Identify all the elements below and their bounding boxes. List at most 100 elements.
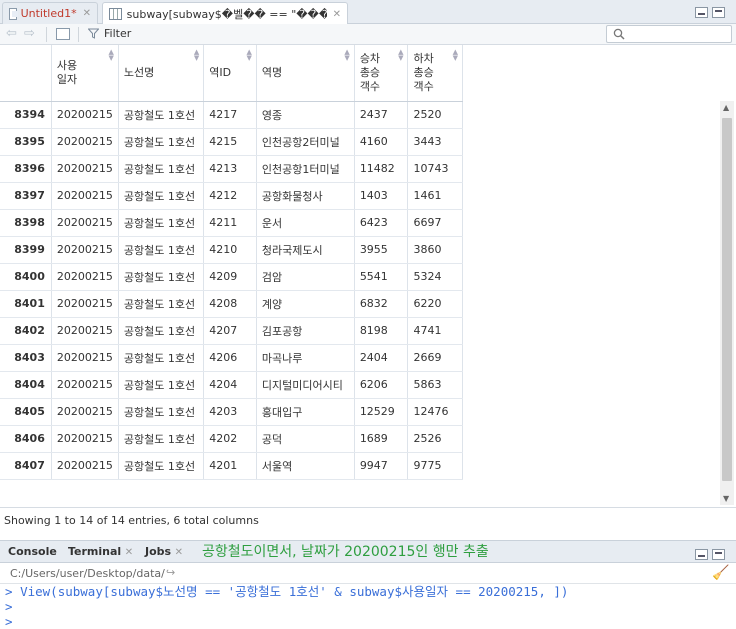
table-row[interactable]: 8403 20200215 공항철도 1호선 4206 마곡나루 2404 2669	[0, 344, 463, 372]
column-header-label: 하차 총승 객수	[413, 51, 434, 93]
tab-label: Untitled1*	[20, 7, 77, 20]
forward-arrow-icon[interactable]: ⇨	[24, 26, 35, 41]
table-row[interactable]: 8406 20200215 공항철도 1호선 4202 공덕 1689 2526	[0, 425, 463, 453]
tab-label: subway[subway$�벨�� == "����...	[126, 8, 327, 21]
table-row[interactable]: 8396 20200215 공항철도 1호선 4213 인천공항1터미널 11482 107…	[0, 155, 463, 183]
row-number: 8398	[0, 209, 52, 237]
scrollbar-thumb[interactable]	[722, 118, 732, 481]
cell-line: 공항철도 1호선	[118, 398, 205, 426]
console-output[interactable]: > View(subway[subway$노선명 == '공항철도 1호선' &…	[5, 584, 733, 629]
column-header-alighting[interactable]: 하차 총승 객수 ▲ ▼	[407, 45, 463, 102]
cell-boarding: 1689	[354, 425, 409, 453]
row-number: 8405	[0, 398, 52, 426]
cell-line: 공항철도 1호선	[118, 425, 205, 453]
close-icon[interactable]: ✕	[83, 8, 91, 19]
column-header-label: 사용 일자	[56, 58, 78, 86]
cell-station-name: 운서	[256, 209, 355, 237]
viewer-toolbar: ⇦ ⇨ Filter	[0, 24, 736, 45]
cell-station-id: 4202	[203, 425, 257, 453]
cell-line: 공항철도 1호선	[118, 344, 205, 372]
cell-alighting: 2526	[407, 425, 463, 453]
table-row[interactable]: 8399 20200215 공항철도 1호선 4210 청라국제도시 3955 3860	[0, 236, 463, 264]
row-number: 8402	[0, 317, 52, 345]
table-row[interactable]: 8398 20200215 공항철도 1호선 4211 운서 6423 6697	[0, 209, 463, 237]
cell-boarding: 6206	[354, 371, 409, 399]
annotation-text: 공항철도이면서, 날짜가 20200215인 행만 추출	[202, 544, 489, 560]
column-header-station-id[interactable]: 역ID ▲ ▼	[203, 45, 257, 102]
column-header-boarding[interactable]: 승차 총승 객수 ▲ ▼	[354, 45, 409, 102]
sort-icon: ▲ ▼	[398, 48, 404, 62]
table-row[interactable]: 8394 20200215 공항철도 1호선 4217 영종 2437 2520	[0, 101, 463, 129]
vertical-scrollbar[interactable]: ▲ ▼	[720, 101, 734, 505]
prompt: >	[5, 599, 13, 614]
maximize-pane-button[interactable]	[712, 549, 725, 560]
row-number: 8400	[0, 263, 52, 291]
tab-jobs[interactable]: Jobs ✕	[145, 545, 183, 558]
divider	[78, 27, 79, 42]
row-number: 8403	[0, 344, 52, 372]
close-icon[interactable]: ✕	[175, 547, 183, 558]
close-icon[interactable]: ✕	[333, 9, 341, 20]
cell-station-id: 4217	[203, 101, 257, 129]
filter-button[interactable]: Filter	[88, 27, 131, 40]
cell-boarding: 6423	[354, 209, 409, 237]
cell-station-name: 청라국제도시	[256, 236, 355, 264]
command-text: View(subway[subway$노선명 == '공항철도 1호선' & s…	[20, 584, 569, 599]
minimize-pane-button[interactable]	[695, 549, 708, 560]
goto-directory-icon[interactable]: ↪	[166, 566, 175, 579]
cell-boarding: 8198	[354, 317, 409, 345]
sort-icon: ▲ ▼	[452, 48, 458, 62]
search-input[interactable]	[606, 25, 732, 43]
cell-station-id: 4207	[203, 317, 257, 345]
sort-icon: ▲ ▼	[344, 48, 350, 62]
tab-untitled1[interactable]: Untitled1* ✕	[2, 2, 98, 24]
search-icon	[613, 28, 625, 40]
cell-station-name: 인천공항1터미널	[256, 155, 355, 183]
cell-station-name: 공덕	[256, 425, 355, 453]
scroll-up-icon[interactable]: ▲	[723, 103, 729, 112]
tab-terminal[interactable]: Terminal ✕	[68, 545, 133, 558]
cell-station-name: 서울역	[256, 452, 355, 480]
entries-info: Showing 1 to 14 of 14 entries, 6 total c…	[4, 514, 259, 527]
cell-station-name: 김포공항	[256, 317, 355, 345]
cell-station-id: 4204	[203, 371, 257, 399]
cell-station-id: 4206	[203, 344, 257, 372]
clear-console-icon[interactable]: 🧹	[712, 565, 729, 581]
cell-date: 20200215	[51, 128, 119, 156]
table-row[interactable]: 8404 20200215 공항철도 1호선 4204 디지털미디어시티 6206 5863	[0, 371, 463, 399]
column-header-label: 승차 총승 객수	[359, 51, 381, 93]
cell-line: 공항철도 1호선	[118, 263, 205, 291]
column-header-date[interactable]: 사용 일자 ▲ ▼	[51, 45, 119, 102]
column-header-station-name[interactable]: 역명 ▲ ▼	[256, 45, 355, 102]
cell-alighting: 6220	[407, 290, 463, 318]
scroll-down-icon[interactable]: ▼	[723, 494, 729, 503]
cell-date: 20200215	[51, 290, 119, 318]
table-row[interactable]: 8397 20200215 공항철도 1호선 4212 공항화물청사 1403 1461	[0, 182, 463, 210]
cell-station-name: 영종	[256, 101, 355, 129]
column-header-line[interactable]: 노선명 ▲ ▼	[118, 45, 205, 102]
table-row[interactable]: 8400 20200215 공항철도 1호선 4209 검암 5541 5324	[0, 263, 463, 291]
close-icon[interactable]: ✕	[125, 547, 133, 558]
cell-line: 공항철도 1호선	[118, 101, 205, 129]
cell-alighting: 3860	[407, 236, 463, 264]
minimize-pane-button[interactable]	[695, 7, 708, 18]
tab-console[interactable]: Console	[8, 545, 57, 558]
cell-date: 20200215	[51, 317, 119, 345]
table-row[interactable]: 8401 20200215 공항철도 1호선 4208 계양 6832 6220	[0, 290, 463, 318]
cell-line: 공항철도 1호선	[118, 452, 205, 480]
back-arrow-icon[interactable]: ⇦	[6, 26, 17, 41]
tab-subway-view[interactable]: subway[subway$�벨�� == "����... ✕	[102, 2, 348, 25]
maximize-pane-button[interactable]	[712, 7, 725, 18]
table-row[interactable]: 8407 20200215 공항철도 1호선 4201 서울역 9947 9775	[0, 452, 463, 480]
data-grid: 사용 일자 ▲ ▼ 노선명 ▲ ▼ 역ID ▲ ▼ 역명 ▲ ▼ 승차 총승 객수 ▲ ▼ 하차 총…	[0, 45, 463, 480]
column-header-label: 노선명	[123, 65, 155, 79]
header-row: 사용 일자 ▲ ▼ 노선명 ▲ ▼ 역ID ▲ ▼ 역명 ▲ ▼ 승차 총승 객수 ▲ ▼ 하차 총…	[0, 45, 463, 102]
row-number: 8397	[0, 182, 52, 210]
cell-boarding: 2437	[354, 101, 409, 129]
cell-date: 20200215	[51, 155, 119, 183]
cell-boarding: 2404	[354, 344, 409, 372]
popout-icon[interactable]	[56, 28, 70, 40]
table-row[interactable]: 8405 20200215 공항철도 1호선 4203 홍대입구 12529 12476	[0, 398, 463, 426]
table-row[interactable]: 8402 20200215 공항철도 1호선 4207 김포공항 8198 4741	[0, 317, 463, 345]
table-row[interactable]: 8395 20200215 공항철도 1호선 4215 인천공항2터미널 4160 3443	[0, 128, 463, 156]
